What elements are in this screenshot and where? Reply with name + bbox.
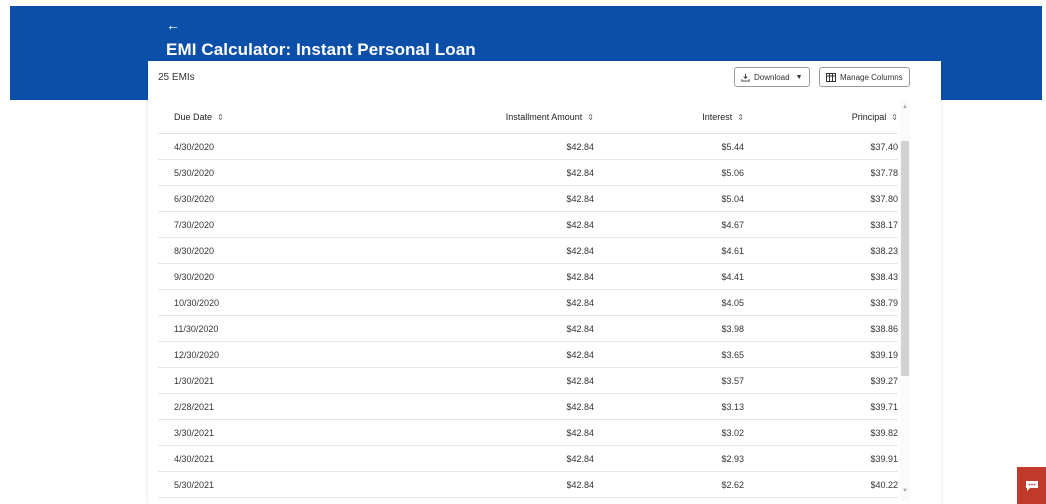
- sort-icon: ⇕: [891, 113, 898, 122]
- chat-icon: [1025, 480, 1038, 491]
- installment-cell: $42.84: [566, 167, 594, 178]
- principal-cell: $37.78: [870, 167, 898, 178]
- interest-cell: $3.57: [721, 375, 744, 386]
- principal-cell: $38.79: [870, 297, 898, 308]
- principal-cell: $39.91: [870, 453, 898, 464]
- installment-cell: $42.84: [566, 219, 594, 230]
- emi-table: Due Date ⇕ Installment Amount ⇕ Interest ⇕ …: [158, 101, 898, 498]
- table-row: 3/30/2021 $42.84 $3.02 $39.82: [158, 420, 898, 446]
- installment-cell: $42.84: [566, 141, 594, 152]
- interest-cell: $5.44: [721, 141, 744, 152]
- installment-cell: $42.84: [566, 427, 594, 438]
- due-date-cell: 7/30/2020: [174, 219, 215, 230]
- principal-cell: $38.43: [870, 271, 898, 282]
- table-row: 9/30/2020 $42.84 $4.41 $38.43: [158, 264, 898, 290]
- interest-cell: $4.61: [721, 245, 744, 256]
- due-date-cell: 12/30/2020: [174, 349, 220, 360]
- due-date-cell: 11/30/2020: [174, 323, 219, 334]
- principal-cell: $40.22: [870, 479, 898, 490]
- due-date-cell: 1/30/2021: [174, 375, 215, 386]
- due-date-cell: 5/30/2021: [174, 479, 215, 490]
- interest-cell: $3.98: [721, 323, 744, 334]
- principal-cell: $39.82: [870, 427, 898, 438]
- due-date-cell: 2/28/2021: [174, 401, 215, 412]
- due-date-cell: 4/30/2021: [174, 453, 215, 464]
- installment-cell: $42.84: [566, 245, 594, 256]
- download-icon: [741, 73, 750, 82]
- interest-cell: $2.62: [721, 479, 744, 490]
- interest-cell: $2.93: [721, 453, 744, 464]
- emi-count: 25 EMIs: [158, 72, 195, 83]
- installment-cell: $42.84: [566, 297, 594, 308]
- manage-columns-button[interactable]: Manage Columns: [819, 67, 910, 87]
- manage-columns-label: Manage Columns: [840, 72, 903, 82]
- download-label: Download: [754, 72, 790, 82]
- table-row: 4/30/2021 $42.84 $2.93 $39.91: [158, 446, 898, 472]
- installment-cell: $42.84: [566, 349, 594, 360]
- page-title: EMI Calculator: Instant Personal Loan: [166, 40, 476, 59]
- due-date-cell: 6/30/2020: [174, 193, 215, 204]
- table-row: 12/30/2020 $42.84 $3.65 $39.19: [158, 342, 898, 368]
- emi-table-card: 25 EMIs Download ▼ Manage Columns Due Da…: [148, 61, 941, 504]
- principal-cell: $38.23: [870, 245, 898, 256]
- table-row: 10/30/2020 $42.84 $4.05 $38.79: [158, 290, 898, 316]
- table-scrollbar[interactable]: ▲ ▼: [900, 101, 910, 501]
- scrollbar-thumb[interactable]: [901, 141, 909, 376]
- installment-cell: $42.84: [566, 323, 594, 334]
- table-header: Due Date ⇕ Installment Amount ⇕ Interest ⇕ …: [158, 101, 898, 134]
- principal-cell: $37.80: [870, 193, 898, 204]
- column-header-interest[interactable]: Interest ⇕: [594, 112, 744, 122]
- column-header-installment-amount[interactable]: Installment Amount ⇕: [308, 112, 594, 122]
- principal-cell: $37.40: [870, 141, 898, 152]
- scroll-down-icon[interactable]: ▼: [901, 487, 909, 495]
- interest-cell: $5.06: [721, 167, 744, 178]
- table-row: 7/30/2020 $42.84 $4.67 $38.17: [158, 212, 898, 238]
- chevron-down-icon: ▼: [795, 73, 803, 81]
- due-date-cell: 10/30/2020: [174, 297, 220, 308]
- installment-cell: $42.84: [566, 453, 594, 464]
- interest-cell: $5.04: [721, 193, 744, 204]
- principal-cell: $39.27: [870, 375, 898, 386]
- table-row: 2/28/2021 $42.84 $3.13 $39.71: [158, 394, 898, 420]
- sort-icon: ⇕: [737, 113, 744, 122]
- principal-cell: $38.17: [870, 219, 898, 230]
- download-button[interactable]: Download ▼: [734, 67, 810, 87]
- interest-cell: $3.02: [721, 427, 744, 438]
- interest-cell: $3.13: [721, 401, 744, 412]
- installment-cell: $42.84: [566, 193, 594, 204]
- column-header-due-date[interactable]: Due Date ⇕: [158, 112, 308, 122]
- chat-button[interactable]: [1017, 467, 1046, 504]
- installment-cell: $42.84: [566, 479, 594, 490]
- interest-cell: $4.41: [721, 271, 744, 282]
- sort-icon: ⇕: [217, 113, 224, 122]
- interest-cell: $4.67: [721, 219, 744, 230]
- due-date-cell: 8/30/2020: [174, 245, 215, 256]
- table-row: 6/30/2020 $42.84 $5.04 $37.80: [158, 186, 898, 212]
- interest-cell: $3.65: [721, 349, 744, 360]
- installment-cell: $42.84: [566, 375, 594, 386]
- back-arrow-icon[interactable]: ←: [166, 18, 180, 32]
- due-date-cell: 3/30/2021: [174, 427, 215, 438]
- table-row: 5/30/2021 $42.84 $2.62 $40.22: [158, 472, 898, 498]
- interest-cell: $4.05: [721, 297, 744, 308]
- due-date-cell: 9/30/2020: [174, 271, 215, 282]
- principal-cell: $39.71: [870, 401, 898, 412]
- scroll-up-icon[interactable]: ▲: [901, 103, 909, 111]
- table-row: 5/30/2020 $42.84 $5.06 $37.78: [158, 160, 898, 186]
- installment-cell: $42.84: [566, 271, 594, 282]
- table-row: 8/30/2020 $42.84 $4.61 $38.23: [158, 238, 898, 264]
- columns-icon: [826, 72, 836, 82]
- sort-icon: ⇕: [587, 113, 594, 122]
- column-header-principal[interactable]: Principal ⇕: [744, 112, 898, 122]
- table-row: 11/30/2020 $42.84 $3.98 $38.86: [158, 316, 898, 342]
- installment-cell: $42.84: [566, 401, 594, 412]
- table-row: 4/30/2020 $42.84 $5.44 $37.40: [158, 134, 898, 160]
- principal-cell: $39.19: [870, 349, 898, 360]
- table-row: 1/30/2021 $42.84 $3.57 $39.27: [158, 368, 898, 394]
- due-date-cell: 4/30/2020: [174, 141, 215, 152]
- due-date-cell: 5/30/2020: [174, 167, 215, 178]
- principal-cell: $38.86: [870, 323, 898, 334]
